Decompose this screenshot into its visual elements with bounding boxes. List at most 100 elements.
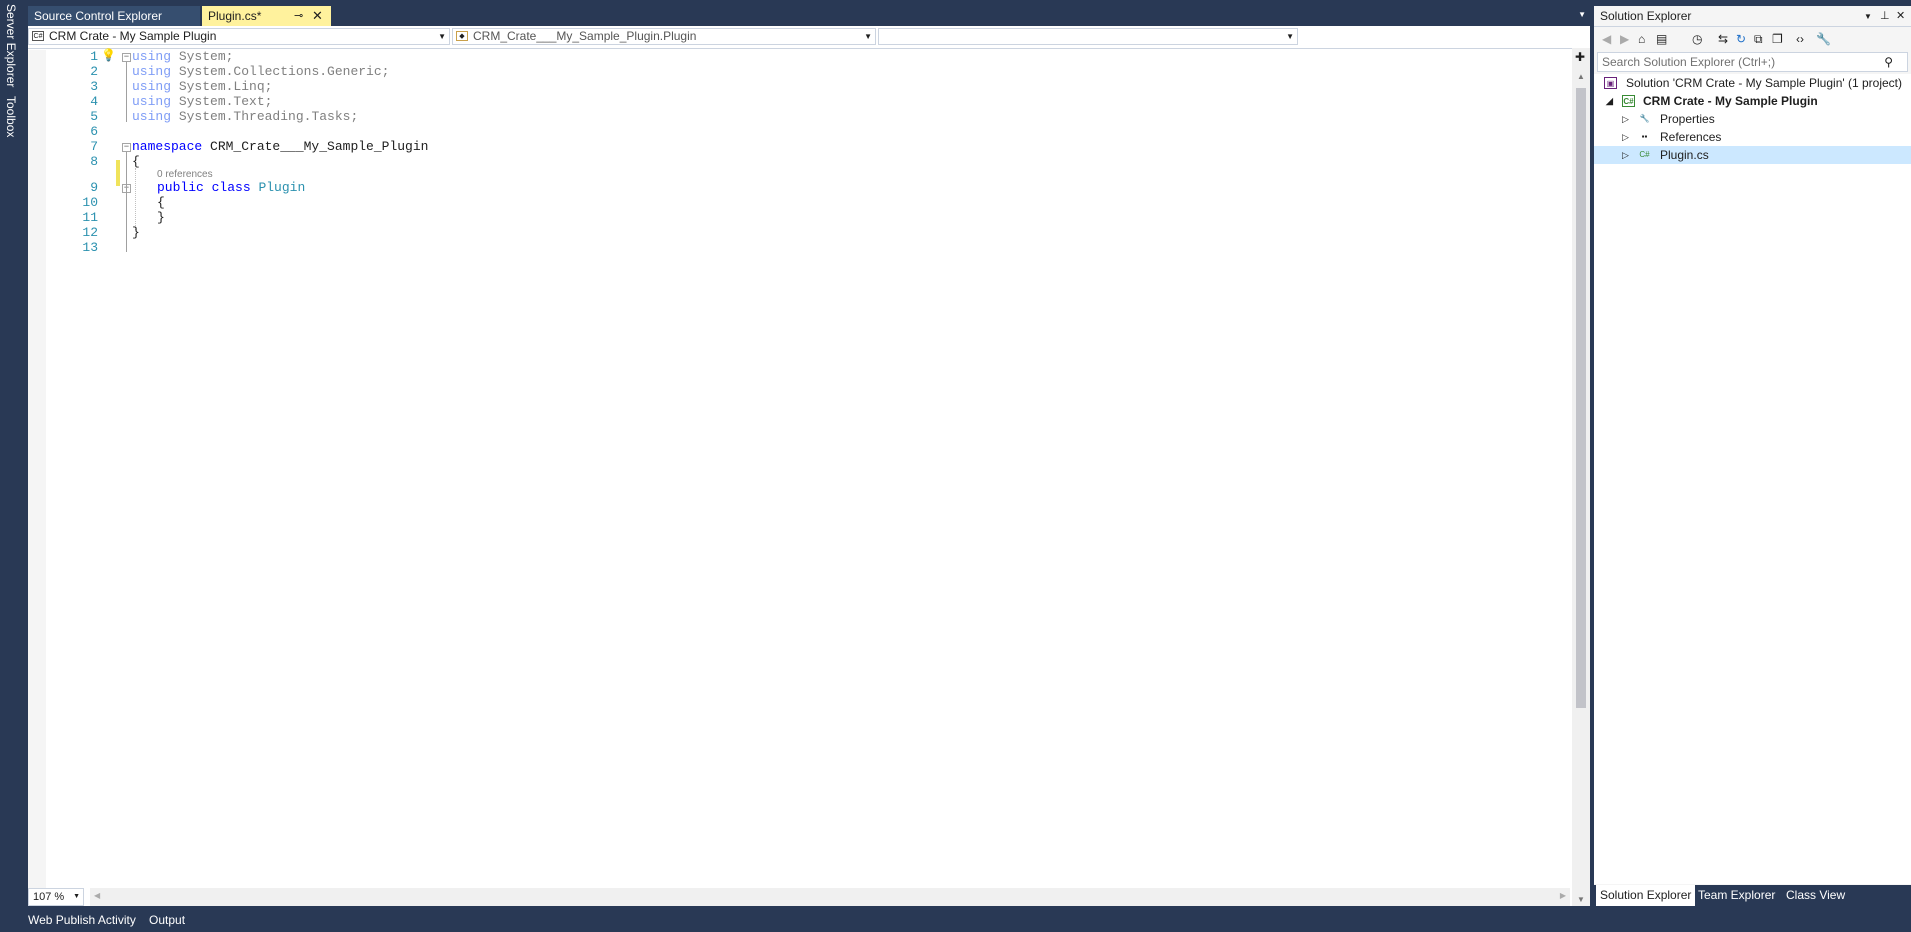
tab-web-publish-activity[interactable]: Web Publish Activity (28, 913, 136, 927)
csharp-file-icon: C# (1639, 150, 1650, 159)
expanded-arrow-icon[interactable]: ◢ (1606, 92, 1613, 110)
code-line-9: public class Plugin (157, 180, 306, 195)
tree-item-properties[interactable]: ▷ 🔧 Properties (1594, 110, 1911, 128)
class-icon: ◆ (456, 31, 468, 41)
solution-tree: ▣ Solution 'CRM Crate - My Sample Plugin… (1594, 74, 1911, 884)
code-line-5: using System.Threading.Tasks; (132, 109, 359, 124)
chevron-down-icon: ▼ (73, 893, 80, 900)
server-explorer-tab[interactable]: Server Explorer (4, 4, 18, 87)
scroll-left-icon[interactable]: ◀ (94, 891, 100, 900)
line-number: 9 (90, 180, 98, 195)
tab-solution-explorer[interactable]: Solution Explorer (1596, 885, 1696, 906)
tree-item-references[interactable]: ▷ ▪▪ References (1594, 128, 1911, 146)
references-icon: ▪▪ (1641, 132, 1648, 141)
window-position-icon[interactable]: ▼ (1864, 6, 1872, 27)
scroll-right-icon[interactable]: ▶ (1560, 891, 1566, 900)
line-number: 5 (90, 109, 98, 124)
chevron-down-icon: ▼ (438, 32, 446, 41)
tab-class-view[interactable]: Class View (1782, 885, 1849, 906)
line-number: 11 (82, 210, 98, 225)
line-number: 10 (82, 195, 98, 210)
code-line-12: } (132, 225, 140, 240)
code-line-11: } (157, 210, 165, 225)
code-line-4: using System.Text; (132, 94, 273, 109)
chevron-down-icon: ▼ (864, 32, 872, 41)
sync-icon[interactable]: ⇆ (1718, 32, 1728, 46)
type-dropdown[interactable]: ◆ CRM_Crate___My_Sample_Plugin.Plugin ▼ (452, 28, 876, 45)
solution-bottom-tabs: Solution Explorer Team Explorer Class Vi… (1594, 885, 1911, 906)
solution-explorer-toolbar: ◀ ▶ ⌂ ▤ ◷ ⇆ ↻ ⧉ ❐ ‹› 🔧 (1594, 28, 1911, 50)
collapsed-arrow-icon[interactable]: ▷ (1622, 110, 1629, 128)
switch-views-icon[interactable]: ▤ (1656, 32, 1667, 46)
codelens-references[interactable]: 0 references (157, 169, 213, 180)
code-line-1: using System; (132, 49, 234, 64)
tab-plugin-cs[interactable]: Plugin.cs* ⊸ ✕ (202, 6, 331, 26)
line-number: 6 (90, 124, 98, 139)
tab-output[interactable]: Output (149, 913, 185, 927)
tab-overflow-icon[interactable]: ▼ (1578, 10, 1586, 19)
refresh-icon[interactable]: ↻ (1736, 32, 1746, 46)
line-number: 12 (82, 225, 98, 240)
line-number: 1 (90, 49, 98, 64)
code-line-7: namespace CRM_Crate___My_Sample_Plugin (132, 139, 429, 154)
zoom-dropdown[interactable]: 107 % ▼ (28, 888, 84, 906)
collapsed-arrow-icon[interactable]: ▷ (1622, 128, 1629, 146)
scroll-thumb[interactable] (1576, 88, 1586, 708)
view-code-icon[interactable]: ‹› (1796, 32, 1804, 46)
forward-icon[interactable]: ▶ (1620, 32, 1629, 46)
home-icon[interactable]: ⌂ (1638, 32, 1645, 46)
member-dropdown[interactable]: ▼ (878, 28, 1298, 45)
toolbox-tab[interactable]: Toolbox (4, 96, 18, 137)
outline-line (126, 62, 127, 122)
pending-changes-filter-icon[interactable]: ◷ (1692, 32, 1702, 46)
wrench-icon: 🔧 (1639, 114, 1650, 123)
code-line-10: { (157, 195, 165, 210)
collapsed-arrow-icon[interactable]: ▷ (1622, 146, 1629, 164)
line-number: 3 (90, 79, 98, 94)
outline-line (126, 152, 127, 252)
tab-source-control-explorer[interactable]: Source Control Explorer (28, 6, 200, 26)
lightbulb-icon[interactable]: 💡 (101, 48, 116, 63)
code-line-2: using System.Collections.Generic; (132, 64, 390, 79)
back-icon[interactable]: ◀ (1602, 32, 1611, 46)
tab-label: Plugin.cs* (208, 9, 262, 23)
show-all-files-icon[interactable]: ❐ (1772, 32, 1783, 46)
close-icon[interactable]: ✕ (1896, 6, 1905, 27)
code-text-area[interactable]: 1 2 3 4 5 6 7 8 9 10 11 12 13 💡 − − − us… (46, 48, 1586, 880)
code-line-8: { (132, 154, 140, 169)
solution-search-input[interactable]: Search Solution Explorer (Ctrl+;) ⚲ (1597, 52, 1908, 72)
properties-wrench-icon[interactable]: 🔧 (1816, 32, 1831, 46)
tab-label: Source Control Explorer (34, 9, 163, 23)
indent-guide (135, 168, 136, 230)
tree-project[interactable]: ◢ C# CRM Crate - My Sample Plugin (1594, 92, 1911, 110)
horizontal-scrollbar[interactable]: ◀ ▶ (90, 888, 1570, 906)
tab-team-explorer[interactable]: Team Explorer (1694, 885, 1779, 906)
line-number: 13 (82, 240, 98, 255)
collapse-icon[interactable]: − (122, 143, 131, 152)
collapse-icon[interactable]: − (122, 53, 131, 62)
project-dropdown[interactable]: C# CRM Crate - My Sample Plugin ▼ (28, 28, 450, 45)
vertical-scrollbar[interactable]: ✚ ▲ ▼ (1572, 48, 1590, 906)
solution-explorer-panel: Solution Explorer ▼ ⊥ ✕ ◀ ▶ ⌂ ▤ ◷ ⇆ ↻ ⧉ … (1594, 6, 1911, 906)
solution-explorer-title-bar: Solution Explorer ▼ ⊥ ✕ (1594, 6, 1911, 27)
scroll-down-icon[interactable]: ▼ (1577, 895, 1585, 904)
code-line-3: using System.Linq; (132, 79, 273, 94)
close-icon[interactable]: ✕ (312, 6, 323, 26)
code-editor: C# CRM Crate - My Sample Plugin ▼ ◆ CRM_… (28, 26, 1590, 906)
line-number: 7 (90, 139, 98, 154)
change-marker (116, 160, 120, 186)
tree-item-plugin-cs[interactable]: ▷ C# Plugin.cs (1594, 146, 1911, 164)
navigation-bar: C# CRM Crate - My Sample Plugin ▼ ◆ CRM_… (28, 26, 1590, 49)
search-icon[interactable]: ⚲ (1884, 53, 1893, 71)
tree-solution[interactable]: ▣ Solution 'CRM Crate - My Sample Plugin… (1594, 74, 1911, 92)
solution-icon: ▣ (1604, 77, 1617, 89)
line-number: 2 (90, 64, 98, 79)
scroll-up-icon[interactable]: ▲ (1577, 72, 1585, 81)
pin-icon[interactable]: ⊥ (1880, 6, 1890, 27)
split-icon[interactable]: ✚ (1575, 50, 1585, 64)
document-tab-strip: Source Control Explorer Plugin.cs* ⊸ ✕ ▼ (28, 6, 1590, 26)
pin-icon[interactable]: ⊸ (294, 6, 303, 26)
editor-gutter (28, 50, 46, 906)
collapse-all-icon[interactable]: ⧉ (1754, 32, 1763, 47)
left-tool-strip: Server Explorer Toolbox (0, 0, 28, 932)
